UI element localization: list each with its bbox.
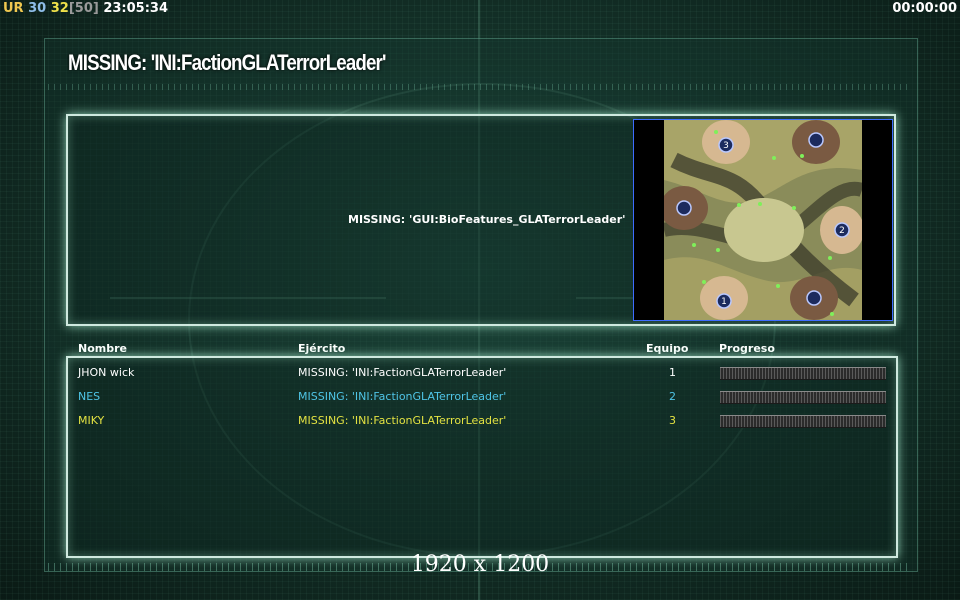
player-row: JHON wick MISSING: 'INI:FactionGLATerror… [0,366,960,382]
hud-top-bar: UR 30 32[50] 23:05:34 00:00:00 [0,0,960,18]
column-header-army: Ejército [298,342,346,355]
map-start-label: 1 [721,297,727,307]
hud-fps: 30 [28,1,47,16]
resolution-label: 1920 x 1200 [410,552,550,577]
ruler-top [48,84,912,90]
column-header-team: Equipo [646,342,689,355]
faction-title: MISSING: 'INI:FactionGLATerrorLeader' [68,50,386,75]
players-panel [66,356,898,558]
player-team: 1 [669,366,676,379]
hud-count: 32 [50,1,69,16]
map-image: 3 2 1 [664,120,862,320]
bio-features-text: MISSING: 'GUI:BioFeatures_GLATerrorLeade… [348,213,626,226]
hud-limit: [50] [68,1,99,16]
hud-prefix: UR [3,1,24,16]
map-start-label: 2 [839,226,845,236]
hud-stats: UR 30 32[50] 23:05:34 [3,0,168,18]
player-name: NES [78,390,101,403]
player-army: MISSING: 'INI:FactionGLATerrorLeader' [298,366,507,379]
player-team: 2 [669,390,676,403]
player-team: 3 [669,414,676,427]
player-row: NES MISSING: 'INI:FactionGLATerrorLeader… [0,390,960,406]
player-progress-bar [720,415,886,428]
player-army: MISSING: 'INI:FactionGLATerrorLeader' [298,390,507,403]
player-progress-bar [720,391,886,404]
hud-timer: 00:00:00 [892,1,957,16]
column-header-name: Nombre [78,342,127,355]
map-preview: 3 2 1 [633,119,893,321]
column-header-progress: Progreso [719,342,775,355]
player-progress-bar [720,367,886,380]
player-row: MIKY MISSING: 'INI:FactionGLATerrorLeade… [0,414,960,430]
map-start-label: 3 [723,141,729,151]
player-army: MISSING: 'INI:FactionGLATerrorLeader' [298,414,507,427]
player-name: JHON wick [78,366,135,379]
hud-clock: 23:05:34 [103,1,169,16]
player-name: MIKY [78,414,105,427]
